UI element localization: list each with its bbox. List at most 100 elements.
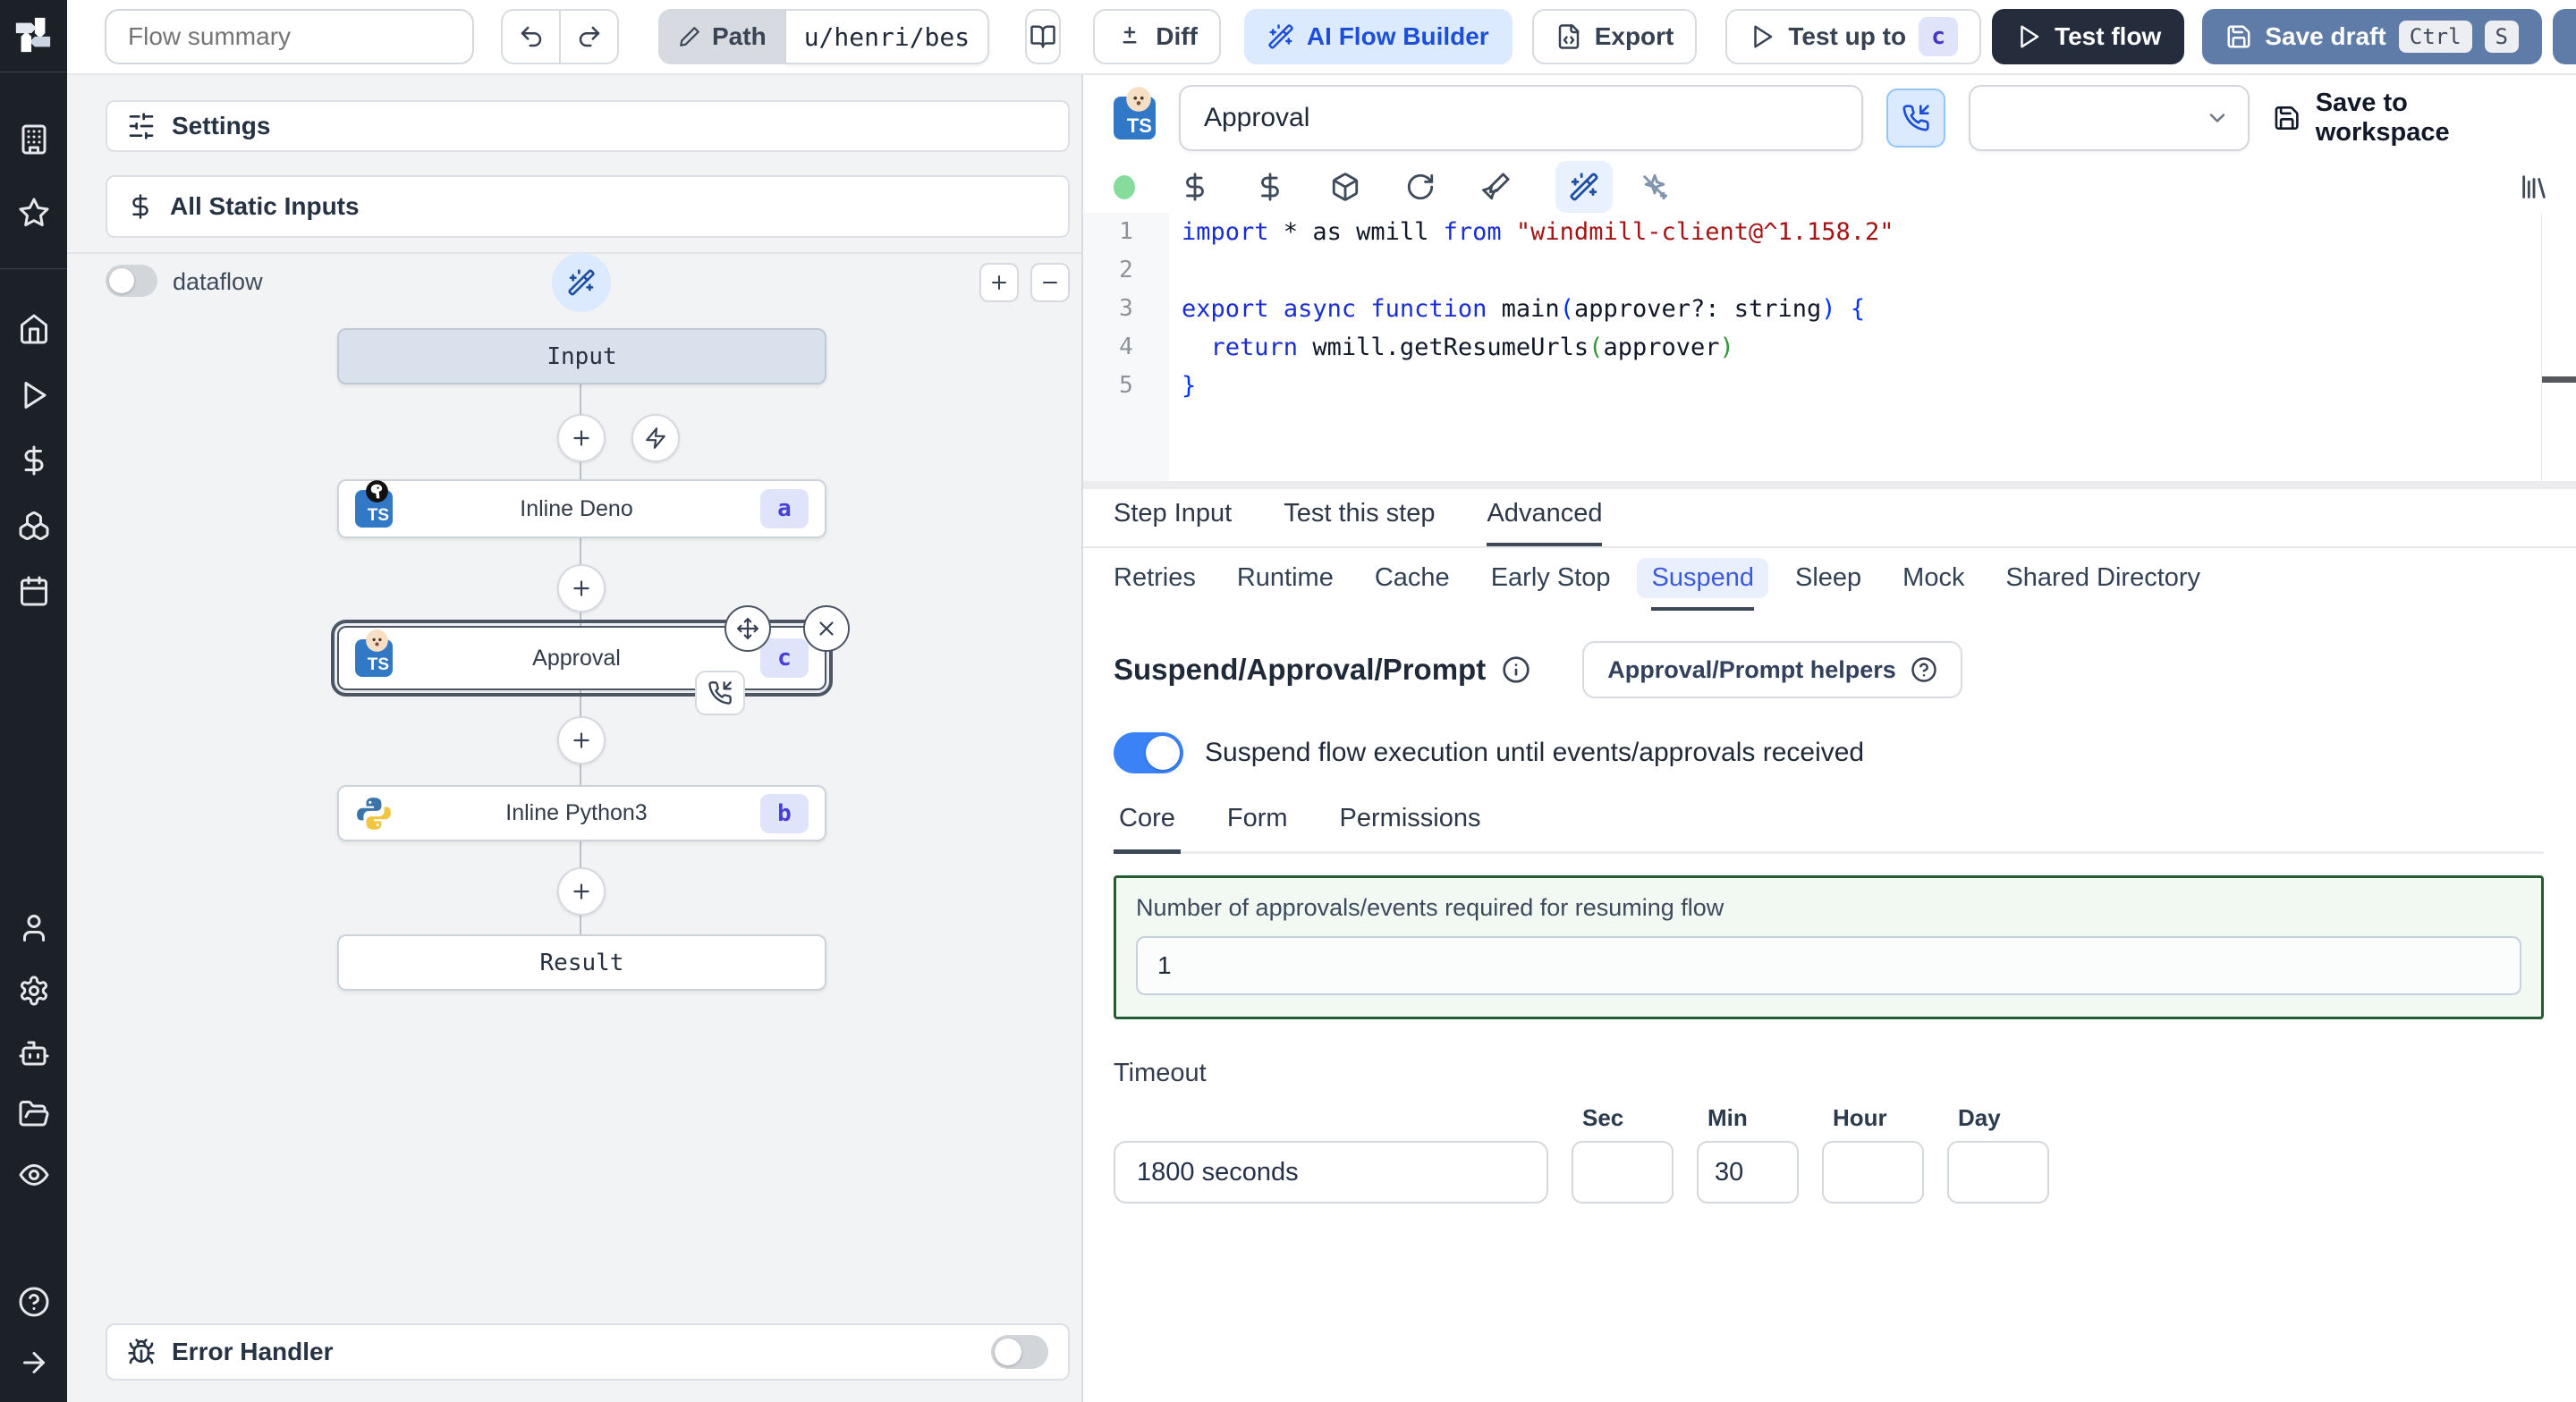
path-value[interactable]: u/henri/bes xyxy=(785,9,990,64)
tab-retries[interactable]: Retries xyxy=(1114,548,1196,611)
approvals-required-input[interactable] xyxy=(1136,936,2521,995)
flow-node-input[interactable]: Input xyxy=(337,328,826,384)
ai-assistant-button[interactable] xyxy=(1555,161,1613,213)
sidebar-item-schedules-icon[interactable] xyxy=(18,575,50,607)
package-icon[interactable] xyxy=(1330,172,1360,202)
step-tabs: Step Input Test this step Advanced xyxy=(1083,489,2576,548)
error-handler-toggle[interactable] xyxy=(991,1335,1048,1369)
resources-icon[interactable] xyxy=(1255,172,1285,202)
reload-icon[interactable] xyxy=(1405,172,1436,202)
code-lines: 1 import * as wmill from "windmill-client… xyxy=(1083,213,2576,405)
sidebar-item-users-icon[interactable] xyxy=(18,912,50,944)
sidebar-item-resources-icon[interactable] xyxy=(18,510,50,542)
tab-early-stop[interactable]: Early Stop xyxy=(1491,548,1611,611)
suspend-section-title: Suspend/Approval/Prompt xyxy=(1114,653,1487,686)
sidebar-item-workers-icon[interactable] xyxy=(18,1037,50,1069)
code-line[interactable] xyxy=(1169,251,1182,290)
library-icon[interactable] xyxy=(2519,172,2549,202)
export-button[interactable]: Export xyxy=(1531,9,1698,64)
all-static-inputs-button[interactable]: All Static Inputs xyxy=(106,175,1070,238)
tab-shared-directory[interactable]: Shared Directory xyxy=(2005,548,2200,611)
flow-summary-input[interactable] xyxy=(105,9,474,64)
test-flow-button[interactable]: Test flow xyxy=(1992,9,2185,64)
tab-advanced[interactable]: Advanced xyxy=(1487,499,1603,546)
error-handler-row[interactable]: Error Handler xyxy=(106,1323,1070,1381)
sidebar-item-workspace-icon[interactable] xyxy=(18,123,50,156)
sidebar-item-settings-icon[interactable] xyxy=(18,975,50,1007)
deploy-button-partial[interactable] xyxy=(2553,9,2576,64)
tab-step-input[interactable]: Step Input xyxy=(1114,499,1232,546)
test-up-to-button[interactable]: Test up to c xyxy=(1725,9,1982,64)
sidebar-item-audit-icon[interactable] xyxy=(18,1159,50,1191)
add-trigger-button[interactable] xyxy=(631,414,680,462)
ai-disable-icon[interactable] xyxy=(1640,172,1670,202)
ai-graph-wand-button[interactable] xyxy=(552,253,611,312)
info-icon[interactable] xyxy=(1502,655,1530,684)
code-line[interactable]: export async function main(approver?: st… xyxy=(1169,290,1865,328)
sidebar-item-favorites-icon[interactable] xyxy=(18,197,50,229)
add-step-button[interactable] xyxy=(557,414,606,462)
test-up-to-label: Test up to xyxy=(1788,22,1907,50)
timeout-total-input[interactable] xyxy=(1114,1141,1548,1204)
undo-button[interactable] xyxy=(501,9,560,64)
add-step-button[interactable] xyxy=(557,564,606,612)
day-input[interactable] xyxy=(1947,1141,2049,1204)
add-step-button[interactable] xyxy=(557,716,606,764)
flow-node-result[interactable]: Result xyxy=(337,934,826,991)
code-line[interactable]: import * as wmill from "windmill-client@… xyxy=(1169,213,1894,251)
hour-input[interactable] xyxy=(1822,1141,1924,1204)
tab-test-this-step[interactable]: Test this step xyxy=(1284,499,1435,546)
docs-button[interactable] xyxy=(1025,9,1062,64)
redo-button[interactable] xyxy=(560,9,619,64)
test-flow-label: Test flow xyxy=(2055,22,2162,50)
save-to-workspace-button[interactable]: Save to workspace xyxy=(2273,89,2544,148)
line-number: 3 xyxy=(1083,290,1169,328)
sidebar-item-folders-icon[interactable] xyxy=(18,1098,50,1130)
add-step-button[interactable] xyxy=(557,867,606,916)
code-line[interactable]: } xyxy=(1169,367,1196,405)
subtab-form[interactable]: Form xyxy=(1222,804,1293,854)
zoom-in-button[interactable] xyxy=(979,263,1019,302)
sidebar-item-help-icon[interactable] xyxy=(18,1286,50,1318)
close-icon xyxy=(815,617,838,640)
move-step-button[interactable] xyxy=(724,605,771,652)
dataflow-toggle[interactable] xyxy=(106,265,157,297)
variables-icon[interactable] xyxy=(1180,172,1210,202)
suspend-toggle[interactable] xyxy=(1114,732,1183,773)
zoom-out-button[interactable] xyxy=(1030,263,1070,302)
step-detail-panel: TS Save to workspace xyxy=(1083,75,2576,1402)
suspend-step-button[interactable] xyxy=(1885,89,1946,148)
sidebar-item-variables-icon[interactable] xyxy=(18,444,50,477)
flow-settings-button[interactable]: Settings xyxy=(106,100,1070,152)
sidebar-expand-icon[interactable] xyxy=(18,1347,50,1379)
min-input[interactable] xyxy=(1697,1141,1799,1204)
tab-mock[interactable]: Mock xyxy=(1902,548,1964,611)
tab-suspend[interactable]: Suspend xyxy=(1637,548,1768,611)
advanced-tabs: Retries Runtime Cache Early Stop Suspend… xyxy=(1083,548,2576,611)
save-to-workspace-label: Save to workspace xyxy=(2315,89,2450,147)
code-editor[interactable]: 1 import * as wmill from "windmill-client… xyxy=(1083,213,2576,481)
sidebar-item-home-icon[interactable] xyxy=(18,313,50,345)
ai-flow-builder-button[interactable]: AI Flow Builder xyxy=(1243,9,1513,64)
node-label: Input xyxy=(547,342,617,370)
approval-prompt-helpers-button[interactable]: Approval/Prompt helpers xyxy=(1582,641,1962,698)
format-icon[interactable] xyxy=(1480,172,1511,202)
windmill-logo-icon[interactable] xyxy=(13,14,54,55)
path-button[interactable]: Path xyxy=(658,9,786,64)
editor-scroll-indicator[interactable] xyxy=(2542,376,2576,383)
diff-button[interactable]: Diff xyxy=(1093,9,1221,64)
save-draft-button[interactable]: Save draft Ctrl S xyxy=(2202,9,2542,64)
subtab-permissions[interactable]: Permissions xyxy=(1335,804,1487,854)
tab-runtime[interactable]: Runtime xyxy=(1237,548,1334,611)
tag-select[interactable] xyxy=(1969,85,2250,151)
delete-step-button[interactable] xyxy=(803,605,850,652)
sidebar-item-runs-icon[interactable] xyxy=(18,379,50,411)
sec-input[interactable] xyxy=(1572,1141,1674,1204)
tab-sleep[interactable]: Sleep xyxy=(1795,548,1861,611)
tab-cache[interactable]: Cache xyxy=(1375,548,1450,611)
code-line[interactable]: return wmill.getResumeUrls(approver) xyxy=(1169,328,1734,367)
step-name-input[interactable] xyxy=(1178,85,1863,151)
flow-node-inline-python3[interactable]: Inline Python3 b xyxy=(337,785,826,841)
flow-node-inline-deno[interactable]: TS Inline Deno a xyxy=(337,479,826,538)
subtab-core[interactable]: Core xyxy=(1114,804,1181,854)
